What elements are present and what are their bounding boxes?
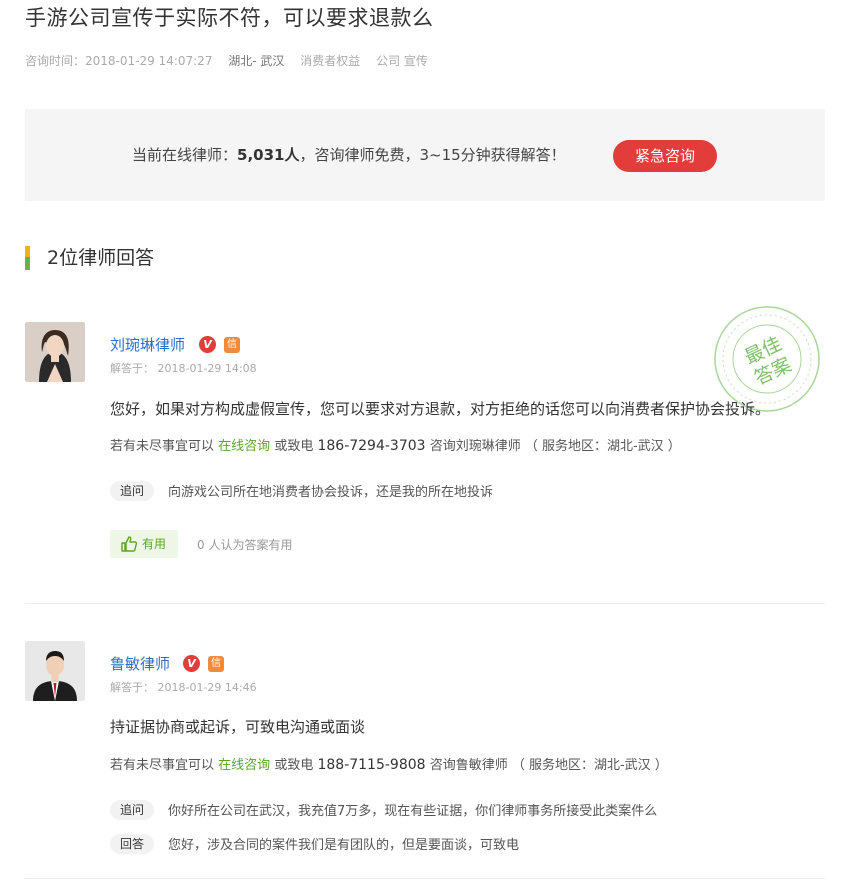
tag-company-publicity[interactable]: 公司 宣传 xyxy=(376,54,428,68)
banner-prefix: 当前在线律师： xyxy=(132,146,238,164)
followup-row: 追问 你好所在公司在武汉，我充值7万多，现在有些证据，你们律师事务所接受此类案件么 xyxy=(110,799,657,820)
phone-number: 188-7115-9808 xyxy=(317,757,426,773)
answer-text: 您好，如果对方构成虚假宣传，您可以要求对方退款，对方拒绝的话您可以向消费者保护协… xyxy=(110,400,771,418)
answer-text: 持证据协商或起诉，可致电沟通或面谈 xyxy=(110,718,366,736)
banner-suffix: ，咨询律师免费，3~15分钟获得解答！ xyxy=(299,146,566,164)
contact-prefix: 若有未尽事宜可以 xyxy=(110,758,215,773)
followup-text: 你好所在公司在武汉，我充值7万多，现在有些证据，你们律师事务所接受此类案件么 xyxy=(168,804,658,819)
consult-time: 咨询时间：2018-01-29 14:07:27 xyxy=(25,54,213,68)
online-lawyers-banner: 当前在线律师：5,031人，咨询律师免费，3~15分钟获得解答！ 紧急咨询 xyxy=(25,109,825,201)
followup-text: 向游戏公司所在地消费者协会投诉，还是我的所在地投诉 xyxy=(168,485,494,500)
answered-at: 解答于： 2018-01-29 14:08 xyxy=(110,362,257,375)
online-lawyer-count: 5,031人 xyxy=(237,146,300,164)
verified-v-icon: V xyxy=(183,655,200,672)
followup-tag: 追问 xyxy=(110,799,154,820)
answer-divider xyxy=(25,603,825,604)
answered-at: 解答于： 2018-01-29 14:46 xyxy=(110,681,257,694)
answer-card: 鲁敏律师 V 信 解答于： 2018-01-29 14:46 持证据协商或起诉，… xyxy=(25,641,825,871)
reply-text: 您好，涉及合同的案件我们是有团队的，但是要面谈，可致电 xyxy=(168,838,520,853)
location-link[interactable]: 湖北- 武汉 xyxy=(228,54,284,68)
lawyer-name-link[interactable]: 鲁敏律师 xyxy=(110,653,170,674)
tag-consumer-rights[interactable]: 消费者权益 xyxy=(300,54,360,68)
credit-xin-icon: 信 xyxy=(208,656,224,672)
avatar[interactable] xyxy=(25,641,85,701)
contact-prefix: 若有未尽事宜可以 xyxy=(110,439,215,454)
reply-tag: 回答 xyxy=(110,833,154,854)
phone-number: 186-7294-3703 xyxy=(317,438,426,454)
avatar[interactable] xyxy=(25,322,85,382)
useful-button[interactable]: 有用 xyxy=(110,530,178,558)
contact-line: 若有未尽事宜可以 在线咨询 或致电 186-7294-3703 咨询刘琬琳律师 … xyxy=(110,435,681,454)
contact-line: 若有未尽事宜可以 在线咨询 或致电 188-7115-9808 咨询鲁敏律师 （… xyxy=(110,754,668,773)
useful-label: 有用 xyxy=(142,537,167,551)
useful-count: 0 人认为答案有用 xyxy=(197,538,293,552)
followup-row: 追问 向游戏公司所在地消费者协会投诉，还是我的所在地投诉 xyxy=(110,480,493,501)
contact-mid: 或致电 xyxy=(274,758,314,773)
followup-tag: 追问 xyxy=(110,480,154,501)
verified-v-icon: V xyxy=(199,336,216,353)
contact-mid: 或致电 xyxy=(274,439,314,454)
credit-xin-icon: 信 xyxy=(224,337,240,353)
answer-card: 刘琬琳律师 V 信 解答于： 2018-01-29 14:08 您好，如果对方构… xyxy=(25,322,825,582)
online-consult-link[interactable]: 在线咨询 xyxy=(218,758,270,773)
reply-row: 回答 您好，涉及合同的案件我们是有团队的，但是要面谈，可致电 xyxy=(110,833,519,854)
lawyer-name-link[interactable]: 刘琬琳律师 xyxy=(110,334,185,355)
thumbs-up-icon xyxy=(121,536,138,552)
contact-suffix: 咨询鲁敏律师 （ 服务地区：湖北-武汉 ） xyxy=(429,758,668,773)
section-accent-bar xyxy=(25,246,30,270)
banner-text: 当前在线律师：5,031人，咨询律师免费，3~15分钟获得解答！ xyxy=(132,144,566,165)
section-title: 2位律师回答 xyxy=(47,247,155,269)
question-meta: 咨询时间：2018-01-29 14:07:27 湖北- 武汉 消费者权益 公司… xyxy=(25,52,440,69)
online-consult-link[interactable]: 在线咨询 xyxy=(218,439,270,454)
urgent-consult-button[interactable]: 紧急咨询 xyxy=(613,140,717,172)
contact-suffix: 咨询刘琬琳律师 （ 服务地区：湖北-武汉 ） xyxy=(429,439,681,454)
page-title: 手游公司宣传于实际不符，可以要求退款么 xyxy=(25,6,434,30)
bottom-divider xyxy=(25,878,825,879)
